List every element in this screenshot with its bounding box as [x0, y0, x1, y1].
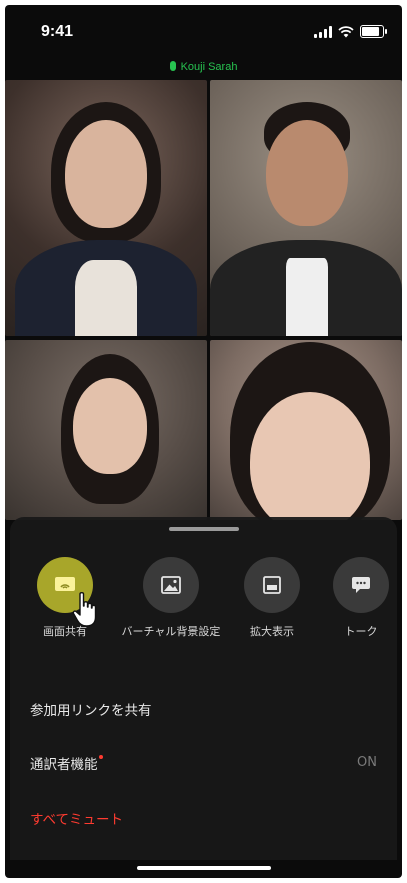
video-tile-participant-4[interactable] — [210, 340, 402, 520]
bottom-sheet-menu: 画面共有 バーチャル背景設定 拡大表示 トーク 参加用リンクを共有 通訳者機能 … — [10, 517, 397, 860]
microphone-icon — [169, 61, 176, 71]
status-icons — [314, 25, 387, 38]
action-talk[interactable]: トーク — [306, 557, 402, 639]
interpreter-label: 通訳者機能 — [30, 757, 98, 773]
expand-icon — [263, 576, 281, 594]
video-tile-participant-2[interactable] — [210, 80, 402, 336]
talk-button[interactable] — [333, 557, 389, 613]
share-link-menu-item[interactable]: 参加用リンクを共有 — [30, 699, 152, 719]
battery-icon — [360, 25, 387, 38]
mute-all-menu-item[interactable]: すべてミュート — [30, 808, 123, 828]
participant-face — [266, 120, 348, 226]
expand-view-button[interactable] — [244, 557, 300, 613]
interpreter-status[interactable]: ON — [357, 755, 377, 770]
speaker-names: Kouji Sarah — [180, 61, 238, 73]
hand-pointer-icon — [72, 592, 97, 627]
participant-face — [250, 392, 370, 520]
wifi-icon — [338, 25, 354, 37]
video-tile-participant-1[interactable] — [5, 80, 207, 336]
action-virtual-background[interactable]: バーチャル背景設定 — [116, 557, 226, 639]
notification-dot — [98, 755, 103, 759]
status-time: 9:41 — [41, 23, 74, 40]
active-speaker-label: Kouji Sarah — [5, 61, 402, 73]
cellular-signal-icon — [314, 25, 332, 38]
sheet-drag-handle[interactable] — [168, 527, 239, 531]
action-screen-share[interactable]: 画面共有 — [10, 557, 120, 639]
participant-shirt — [75, 260, 137, 336]
chat-icon — [352, 577, 370, 593]
virtual-background-button[interactable] — [143, 557, 199, 613]
phone-screen: 9:41 Kouji Sarah 画面共有 バーチャル背景設定 拡大表示 トーク… — [5, 5, 402, 878]
participant-face — [65, 120, 147, 228]
battery-level — [362, 27, 379, 36]
video-tile-participant-3[interactable] — [5, 340, 207, 520]
screen-share-label: 画面共有 — [43, 625, 87, 638]
virtual-background-label: バーチャル背景設定 — [121, 625, 221, 638]
participant-shirt — [286, 258, 328, 336]
interpreter-menu-item[interactable]: 通訳者機能 — [30, 753, 103, 773]
image-icon — [161, 576, 181, 594]
home-indicator[interactable] — [136, 866, 271, 870]
talk-label: トーク — [344, 625, 378, 638]
participant-face — [73, 378, 147, 474]
